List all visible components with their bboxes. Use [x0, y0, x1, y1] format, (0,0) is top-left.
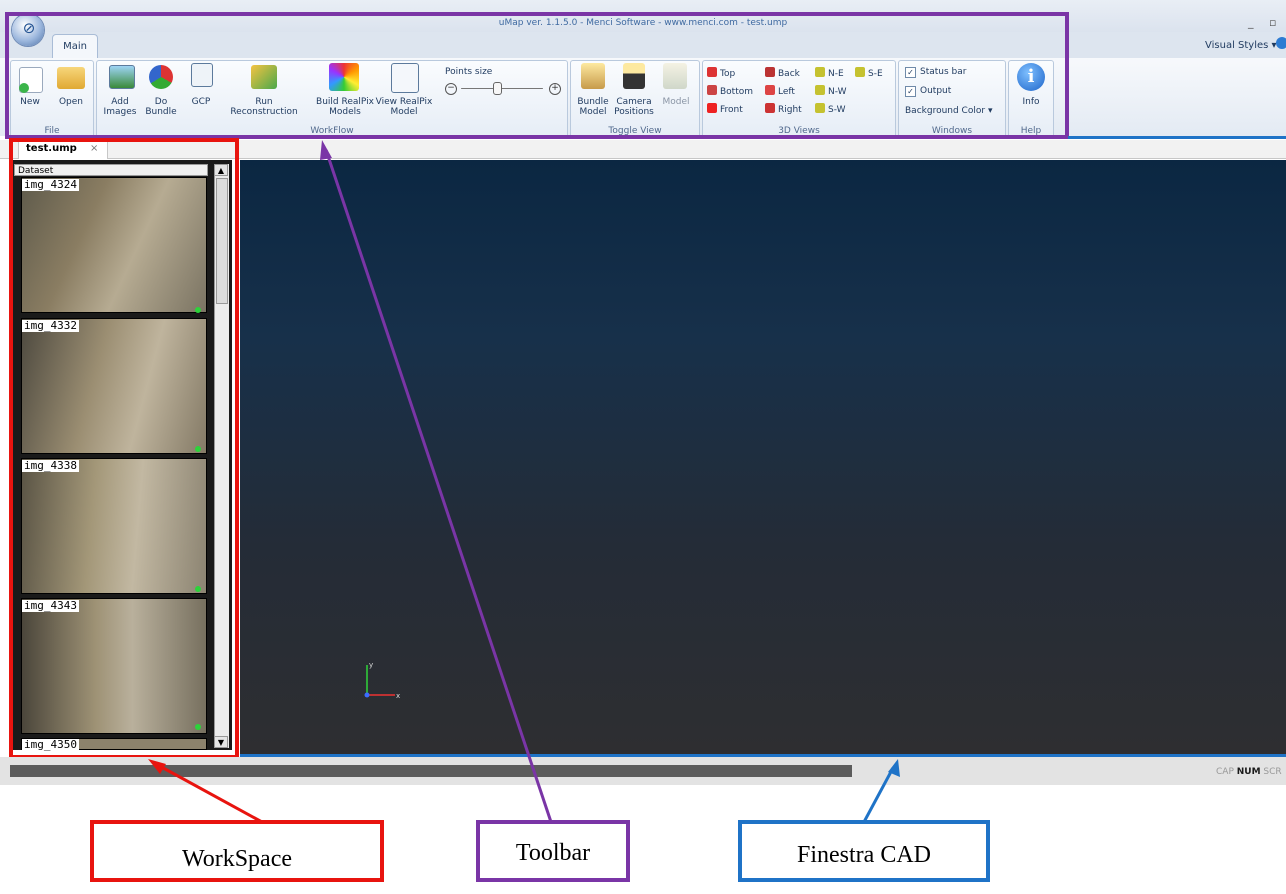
- workspace-annotation-label: WorkSpace: [90, 820, 384, 882]
- toolbar-arrowhead: [320, 140, 332, 160]
- cad-annotation-label: Finestra CAD: [738, 820, 990, 882]
- workspace-arrowhead: [148, 759, 166, 774]
- annotation-arrows: [148, 140, 900, 824]
- toolbar-arrow: [324, 149, 553, 823]
- workspace-arrow: [155, 762, 263, 824]
- toolbar-annotation-label: Toolbar: [476, 820, 630, 882]
- cad-arrow: [862, 767, 895, 823]
